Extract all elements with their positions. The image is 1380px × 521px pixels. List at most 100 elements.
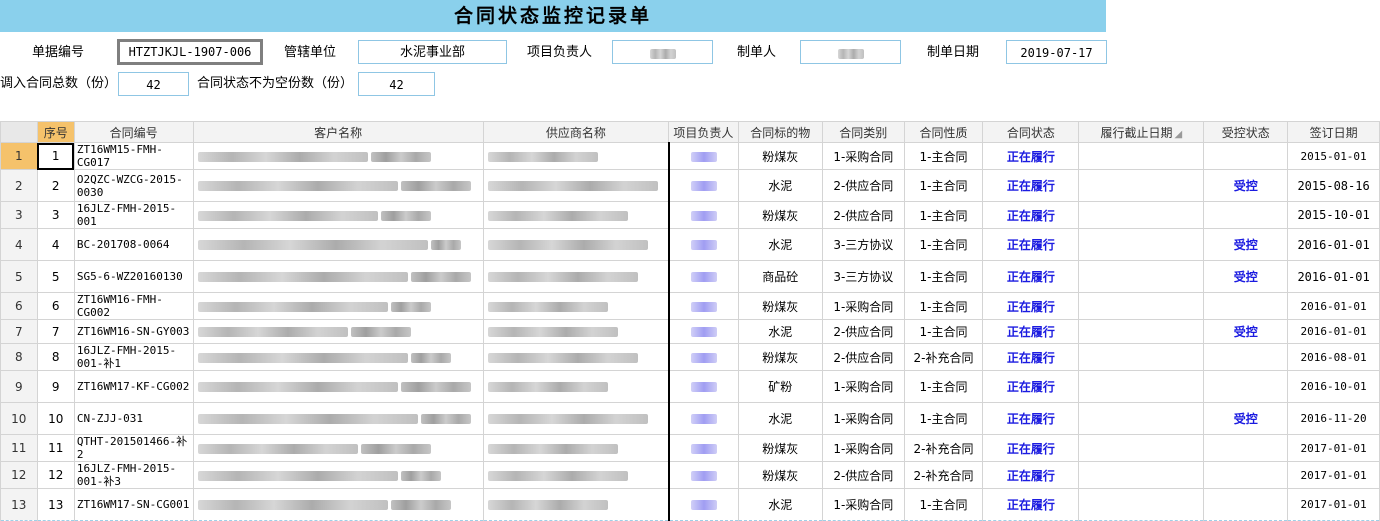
customer-name-cell[interactable] (192, 201, 484, 229)
subject-cell[interactable]: 水泥 (737, 169, 823, 202)
deadline-cell[interactable] (1078, 260, 1205, 293)
subject-cell[interactable]: 水泥 (737, 319, 823, 344)
customer-name-cell[interactable] (192, 370, 484, 403)
subject-cell[interactable]: 粉煤灰 (737, 343, 823, 371)
nature-cell[interactable]: 2-补充合同 (903, 461, 984, 489)
supplier-name-cell[interactable] (482, 434, 670, 462)
type-cell[interactable]: 1-采购合同 (821, 402, 905, 435)
subject-cell[interactable]: 水泥 (737, 402, 823, 435)
subject-cell[interactable]: 商品砼 (737, 260, 823, 293)
status-cell[interactable]: 正在履行 (982, 461, 1080, 489)
control-cell[interactable] (1203, 292, 1289, 320)
sign-date-cell[interactable]: 2015-01-01 (1287, 142, 1380, 170)
supplier-name-cell[interactable] (482, 260, 670, 293)
type-cell[interactable]: 1-采购合同 (821, 370, 905, 403)
type-cell[interactable]: 3-三方协议 (821, 228, 905, 261)
contract-code-cell[interactable]: O2QZC-WZCG-2015-0030 (73, 169, 194, 202)
customer-name-cell[interactable] (192, 260, 484, 293)
col-header-supplier[interactable]: 供应商名称 (482, 121, 670, 143)
manager-cell[interactable] (668, 370, 739, 403)
nature-cell[interactable]: 2-补充合同 (903, 434, 984, 462)
subject-cell[interactable]: 水泥 (737, 488, 823, 521)
customer-name-cell[interactable] (192, 343, 484, 371)
contract-code-cell[interactable]: BC-201708-0064 (73, 228, 194, 261)
supplier-name-cell[interactable] (482, 402, 670, 435)
customer-name-cell[interactable] (192, 169, 484, 202)
contract-code-cell[interactable]: ZT16WM15-FMH-CG017 (73, 142, 194, 170)
sign-date-cell[interactable]: 2016-10-01 (1287, 370, 1380, 403)
subject-cell[interactable]: 粉煤灰 (737, 142, 823, 170)
deadline-cell[interactable] (1078, 370, 1205, 403)
manager-cell[interactable] (668, 142, 739, 170)
sign-date-cell[interactable]: 2015-10-01 (1287, 201, 1380, 229)
sign-date-cell[interactable]: 2017-01-01 (1287, 461, 1380, 489)
status-cell[interactable]: 正在履行 (982, 434, 1080, 462)
sign-date-cell[interactable]: 2016-01-01 (1287, 292, 1380, 320)
subject-cell[interactable]: 粉煤灰 (737, 434, 823, 462)
row-header[interactable]: 7 (0, 319, 38, 344)
deadline-cell[interactable] (1078, 228, 1205, 261)
supplier-name-cell[interactable] (482, 292, 670, 320)
nature-cell[interactable]: 1-主合同 (903, 370, 984, 403)
seq-cell[interactable]: 7 (36, 319, 75, 344)
row-header[interactable]: 8 (0, 343, 38, 371)
contract-code-cell[interactable]: ZT16WM17-SN-CG001 (73, 488, 194, 521)
type-cell[interactable]: 1-采购合同 (821, 292, 905, 320)
deadline-cell[interactable] (1078, 169, 1205, 202)
seq-cell[interactable]: 8 (36, 343, 75, 371)
control-cell[interactable] (1203, 370, 1289, 403)
row-header[interactable]: 2 (0, 169, 38, 202)
customer-name-cell[interactable] (192, 142, 484, 170)
nonempty-field[interactable]: 42 (358, 72, 435, 96)
deadline-cell[interactable] (1078, 343, 1205, 371)
status-cell[interactable]: 正在履行 (982, 142, 1080, 170)
col-header-deadline[interactable]: 履行截止日期 ◢ (1078, 121, 1205, 143)
status-cell[interactable]: 正在履行 (982, 402, 1080, 435)
control-cell[interactable]: 受控 (1203, 260, 1289, 293)
deadline-cell[interactable] (1078, 402, 1205, 435)
contract-code-cell[interactable]: 16JLZ-FMH-2015-001-补1 (73, 343, 194, 371)
col-header-manager[interactable]: 项目负责人 (668, 121, 739, 143)
total-field[interactable]: 42 (118, 72, 189, 96)
subject-cell[interactable]: 粉煤灰 (737, 292, 823, 320)
nature-cell[interactable]: 2-补充合同 (903, 343, 984, 371)
manager-cell[interactable] (668, 434, 739, 462)
control-cell[interactable]: 受控 (1203, 402, 1289, 435)
subject-cell[interactable]: 矿粉 (737, 370, 823, 403)
nature-cell[interactable]: 1-主合同 (903, 228, 984, 261)
control-cell[interactable] (1203, 343, 1289, 371)
control-cell[interactable] (1203, 142, 1289, 170)
type-cell[interactable]: 1-采购合同 (821, 142, 905, 170)
seq-cell[interactable]: 11 (36, 434, 75, 462)
nature-cell[interactable]: 1-主合同 (903, 319, 984, 344)
col-header-sign-date[interactable]: 签订日期 (1287, 121, 1380, 143)
deadline-cell[interactable] (1078, 292, 1205, 320)
row-header[interactable]: 9 (0, 370, 38, 403)
row-header[interactable]: 3 (0, 201, 38, 229)
seq-cell[interactable]: 1 (36, 142, 75, 170)
col-header-type[interactable]: 合同类别 (821, 121, 905, 143)
manager-field[interactable] (612, 40, 713, 64)
seq-cell[interactable]: 13 (36, 488, 75, 521)
sign-date-cell[interactable]: 2015-08-16 (1287, 169, 1380, 202)
filter-icon[interactable]: ◢ (1175, 129, 1183, 140)
col-header-customer[interactable]: 客户名称 (192, 121, 484, 143)
nature-cell[interactable]: 1-主合同 (903, 142, 984, 170)
control-cell[interactable]: 受控 (1203, 228, 1289, 261)
nature-cell[interactable]: 1-主合同 (903, 260, 984, 293)
nature-cell[interactable]: 1-主合同 (903, 292, 984, 320)
manager-cell[interactable] (668, 169, 739, 202)
manager-cell[interactable] (668, 201, 739, 229)
doc-no-field[interactable]: HTZTJKJL-1907-006 (117, 39, 263, 65)
row-header[interactable]: 10 (0, 402, 38, 435)
seq-cell[interactable]: 6 (36, 292, 75, 320)
row-header[interactable]: 12 (0, 461, 38, 489)
contract-code-cell[interactable]: SG5-6-WZ20160130 (73, 260, 194, 293)
sign-date-cell[interactable]: 2017-01-01 (1287, 488, 1380, 521)
customer-name-cell[interactable] (192, 319, 484, 344)
status-cell[interactable]: 正在履行 (982, 260, 1080, 293)
customer-name-cell[interactable] (192, 434, 484, 462)
subject-cell[interactable]: 水泥 (737, 228, 823, 261)
type-cell[interactable]: 3-三方协议 (821, 260, 905, 293)
deadline-cell[interactable] (1078, 201, 1205, 229)
